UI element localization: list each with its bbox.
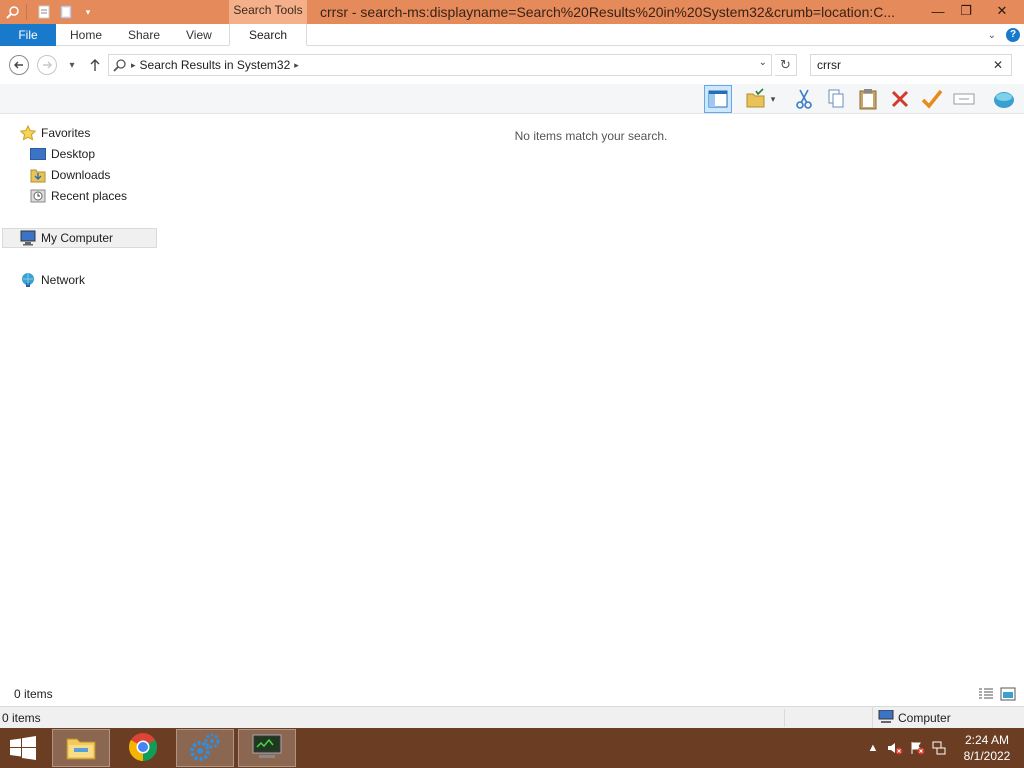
large-icons-view-icon[interactable] xyxy=(1000,687,1016,704)
forward-button[interactable] xyxy=(37,55,57,75)
taskbar: ▲ 2:24 AM 8/1/2022 xyxy=(0,728,1024,768)
status-divider xyxy=(784,709,785,727)
cut-icon[interactable] xyxy=(790,85,818,113)
ribbon-tabs: File Home Share View Search ⌄ ? xyxy=(0,24,1024,46)
network-icon xyxy=(20,272,36,288)
monitor-app-icon xyxy=(251,733,283,764)
show-hidden-icons-icon[interactable]: ▲ xyxy=(862,737,884,759)
tab-home[interactable]: Home xyxy=(70,24,102,46)
minimize-button[interactable]: — xyxy=(924,0,952,22)
new-folder-icon[interactable] xyxy=(57,3,75,21)
restore-button[interactable]: ❐ xyxy=(952,0,980,22)
navigation-pane: Favorites Desktop Downloads Recent place… xyxy=(0,114,158,684)
chrome-icon xyxy=(128,732,158,765)
preview-pane-button[interactable] xyxy=(704,85,732,113)
nav-downloads-label: Downloads xyxy=(51,168,111,182)
globe-icon[interactable] xyxy=(990,85,1018,113)
back-button[interactable] xyxy=(9,55,29,75)
tab-search[interactable]: Search xyxy=(229,24,307,46)
quick-access-toolbar: ▾ xyxy=(0,0,97,24)
taskbar-chrome[interactable] xyxy=(114,729,172,767)
file-explorer-icon xyxy=(65,733,97,764)
star-icon xyxy=(20,125,36,141)
breadcrumb-chevron-icon[interactable]: ▸ xyxy=(131,60,136,71)
taskbar-file-explorer[interactable] xyxy=(52,729,110,767)
details-view-icon[interactable] xyxy=(978,687,994,704)
address-dropdown-icon[interactable]: ⌄ xyxy=(759,57,767,68)
refresh-button[interactable]: ↻ xyxy=(775,54,797,76)
tab-share[interactable]: Share xyxy=(128,24,160,46)
item-count: 0 items xyxy=(14,687,53,701)
status-location: Computer xyxy=(872,707,951,729)
computer-icon xyxy=(20,230,36,246)
nav-my-computer-label: My Computer xyxy=(41,231,114,245)
nav-my-computer[interactable]: My Computer xyxy=(2,228,157,248)
search-location-icon xyxy=(113,58,127,72)
search-input[interactable]: crrsr ✕ xyxy=(810,54,1012,76)
recent-places-icon xyxy=(30,188,46,204)
title-bar: ▾ Search Tools crrsr - search-ms:display… xyxy=(0,0,1024,24)
nav-network-label: Network xyxy=(41,273,86,287)
address-bar[interactable]: ▸ Search Results in System32 ▸ ⌄ xyxy=(108,54,772,76)
expand-ribbon-icon[interactable]: ⌄ xyxy=(988,30,996,41)
file-tab[interactable]: File xyxy=(0,24,56,46)
system-tray: ▲ 2:24 AM 8/1/2022 xyxy=(862,728,1024,768)
item-count-secondary: 0 items xyxy=(2,711,41,725)
nav-favorites-label: Favorites xyxy=(41,126,91,140)
qat-dropdown-icon[interactable]: ▾ xyxy=(79,3,97,21)
network-status-icon[interactable] xyxy=(928,737,950,759)
status-bar: 0 items xyxy=(0,684,1024,706)
clock-time: 2:24 AM xyxy=(964,733,1010,747)
gears-icon xyxy=(189,732,221,765)
search-tools-group: Search Tools xyxy=(229,0,307,24)
close-button[interactable]: ✕ xyxy=(980,0,1024,22)
paste-icon[interactable] xyxy=(854,85,882,113)
clock-date: 8/1/2022 xyxy=(963,749,1011,763)
taskbar-settings[interactable] xyxy=(176,729,234,767)
copy-icon[interactable] xyxy=(822,85,850,113)
window-title: crrsr - search-ms:displayname=Search%20R… xyxy=(320,4,896,20)
nav-network[interactable]: Network xyxy=(20,270,85,290)
nav-desktop-label: Desktop xyxy=(51,147,96,161)
nav-recent-places[interactable]: Recent places xyxy=(30,186,127,206)
breadcrumb[interactable]: Search Results in System32 xyxy=(140,58,291,72)
checkmark-icon[interactable] xyxy=(918,85,946,113)
select-dropdown-icon[interactable]: ▾ xyxy=(766,85,780,113)
rename-icon[interactable] xyxy=(950,85,978,113)
nav-favorites[interactable]: Favorites xyxy=(20,123,90,143)
volume-muted-icon[interactable] xyxy=(884,737,906,759)
breadcrumb-chevron-icon[interactable]: ▸ xyxy=(294,60,299,71)
search-window-icon xyxy=(4,3,22,21)
taskbar-monitor-app[interactable] xyxy=(238,729,296,767)
recent-locations-icon[interactable]: ▾ xyxy=(65,55,79,75)
downloads-folder-icon xyxy=(30,167,46,183)
help-icon[interactable]: ? xyxy=(1006,28,1020,42)
search-query: crrsr xyxy=(817,58,841,72)
properties-icon[interactable] xyxy=(35,3,53,21)
status-location-label: Computer xyxy=(898,711,951,725)
nav-desktop[interactable]: Desktop xyxy=(30,144,95,164)
nav-recent-places-label: Recent places xyxy=(51,189,128,203)
clock[interactable]: 2:24 AM 8/1/2022 xyxy=(950,732,1024,764)
desktop-icon xyxy=(30,146,46,162)
action-center-flag-icon[interactable] xyxy=(906,737,928,759)
delete-icon[interactable] xyxy=(886,85,914,113)
computer-icon xyxy=(878,709,894,727)
details-status-bar: 0 items Computer xyxy=(0,706,1024,729)
nav-downloads[interactable]: Downloads xyxy=(30,165,110,185)
clear-search-icon[interactable]: ✕ xyxy=(993,58,1003,72)
qat-separator xyxy=(26,4,27,20)
empty-results-message: No items match your search. xyxy=(514,129,668,143)
tab-view[interactable]: View xyxy=(186,24,212,46)
command-toolbar: ▾ xyxy=(0,84,1024,114)
navigation-bar: ▾ ▸ Search Results in System32 ▸ ⌄ ↻ crr… xyxy=(0,46,1024,84)
up-button[interactable] xyxy=(88,55,102,75)
start-button[interactable] xyxy=(8,736,38,760)
